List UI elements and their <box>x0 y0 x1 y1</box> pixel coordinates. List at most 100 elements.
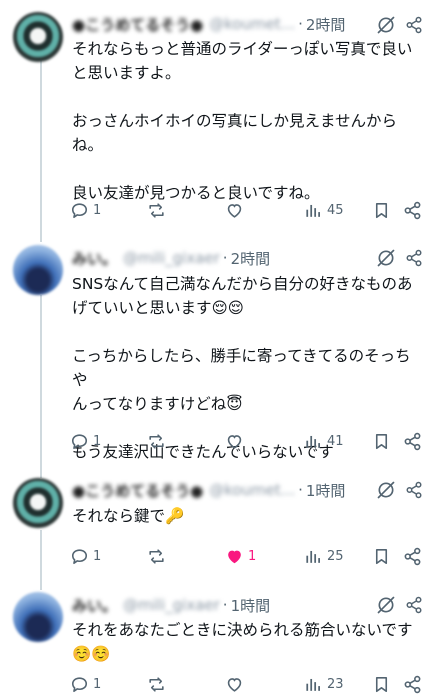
share-icon <box>404 675 421 693</box>
avatar[interactable] <box>13 592 63 642</box>
like-button[interactable]: 1 <box>225 544 256 568</box>
heart-icon <box>227 434 242 449</box>
bookmark-icon <box>375 548 388 564</box>
views-icon <box>306 678 320 691</box>
separator: · <box>222 249 228 267</box>
grok-icon[interactable] <box>376 248 396 268</box>
reply-button[interactable]: 1 <box>70 198 101 222</box>
tweet-text: それならもっと普通のライダーっぽい写真で良い と思いますよ。 おっさんホイホイの… <box>72 37 422 205</box>
action-bar: 1 45 <box>64 198 430 222</box>
text-line: おっさんホイホイの写真にしか見えませんから <box>72 112 398 130</box>
author-handle[interactable]: @koumet... <box>209 481 295 499</box>
text-line: それなら鍵で🔑 <box>72 507 185 525</box>
bookmark-button[interactable] <box>372 672 391 696</box>
grok-icon[interactable] <box>376 15 396 35</box>
reply-count: 1 <box>93 676 102 692</box>
text-line: ね。 <box>72 136 104 154</box>
tweet[interactable]: ●こうめてるそう● @koumet... · 1時間 それなら鍵で🔑 1 1 2… <box>0 470 434 588</box>
action-bar: 1 41 <box>64 429 430 453</box>
text-line: ☺️☺️ <box>72 645 111 663</box>
author-name[interactable]: みい。 <box>72 248 117 269</box>
views-button[interactable]: 25 <box>304 544 344 568</box>
share-icon[interactable] <box>405 481 423 499</box>
bookmark-icon <box>375 676 388 692</box>
view-count: 45 <box>327 202 344 218</box>
author-handle[interactable]: @mili_gixaer <box>123 596 220 614</box>
like-count: 1 <box>248 548 257 564</box>
like-button[interactable] <box>225 429 248 453</box>
text-line: それならもっと普通のライダーっぽい写真で良い <box>72 40 413 58</box>
reply-icon <box>71 202 88 218</box>
repost-icon <box>149 433 164 449</box>
bookmark-button[interactable] <box>372 544 391 568</box>
bookmark-button[interactable] <box>372 198 391 222</box>
grok-icon[interactable] <box>376 480 396 500</box>
reply-icon <box>71 433 88 449</box>
reply-count: 1 <box>93 433 102 449</box>
views-button[interactable]: 45 <box>304 198 344 222</box>
bookmark-icon <box>375 202 388 218</box>
avatar[interactable] <box>13 478 63 528</box>
bookmark-button[interactable] <box>372 429 391 453</box>
share-button[interactable] <box>403 198 422 222</box>
tweet-text: それをあなたごときに決められる筋合いないです ☺️☺️ <box>72 618 422 666</box>
author-name[interactable]: ●こうめてるそう● <box>72 480 203 501</box>
timestamp[interactable]: 2時間 <box>231 248 271 269</box>
avatar[interactable] <box>13 12 63 62</box>
tweet[interactable]: みい。 @mili_gixaer · 2時間 SNSなんて自己満なんだから自分の… <box>0 235 434 470</box>
view-count: 23 <box>327 676 344 692</box>
share-icon[interactable] <box>405 249 423 267</box>
repost-button[interactable] <box>147 544 170 568</box>
grok-icon[interactable] <box>376 595 396 615</box>
heart-icon <box>227 203 242 218</box>
heart-icon <box>227 677 242 692</box>
timestamp[interactable]: 1時間 <box>231 595 271 616</box>
reply-count: 1 <box>93 202 102 218</box>
repost-button[interactable] <box>147 672 170 696</box>
reply-icon <box>71 676 88 692</box>
tweet[interactable]: みい。 @mili_gixaer · 1時間 それをあなたごときに決められる筋合… <box>0 588 434 700</box>
repost-button[interactable] <box>147 198 170 222</box>
tweet[interactable]: ●こうめてるそう● @koumet... · 2時間 それならもっと普通のライダ… <box>0 0 434 235</box>
views-icon <box>306 435 320 448</box>
avatar[interactable] <box>13 245 63 295</box>
repost-icon <box>149 676 164 692</box>
text-line: こっちからしたら、勝手に寄ってきてるのそっちや <box>72 347 411 389</box>
reply-icon <box>71 548 88 564</box>
share-icon <box>404 432 421 450</box>
timestamp[interactable]: 1時間 <box>306 480 346 501</box>
text-line: げていいと思います😌😌 <box>72 299 244 317</box>
share-icon[interactable] <box>405 16 423 34</box>
reply-button[interactable]: 1 <box>70 672 101 696</box>
like-button[interactable] <box>225 198 248 222</box>
action-bar: 1 1 25 <box>64 544 430 568</box>
share-button[interactable] <box>403 672 422 696</box>
share-icon <box>404 547 421 565</box>
like-button[interactable] <box>225 672 248 696</box>
author-name[interactable]: みい。 <box>72 595 117 616</box>
author-handle[interactable]: @koumet... <box>209 15 295 33</box>
text-line: SNSなんて自己満なんだから自分の好きなものあ <box>72 275 413 293</box>
repost-button[interactable] <box>147 429 170 453</box>
tweet-text: それなら鍵で🔑 <box>72 504 422 528</box>
view-count: 25 <box>327 548 344 564</box>
repost-icon <box>149 202 164 218</box>
text-line: と思いますよ。 <box>72 64 181 82</box>
separator: · <box>298 481 303 499</box>
share-icon[interactable] <box>405 596 423 614</box>
separator: · <box>298 15 303 33</box>
reply-button[interactable]: 1 <box>70 429 101 453</box>
share-button[interactable] <box>403 544 422 568</box>
action-bar: 1 23 <box>64 672 430 696</box>
author-handle[interactable]: @mili_gixaer <box>123 249 220 267</box>
repost-icon <box>149 548 164 564</box>
views-button[interactable]: 23 <box>304 672 344 696</box>
separator: · <box>222 596 228 614</box>
share-icon <box>404 201 421 219</box>
reply-button[interactable]: 1 <box>70 544 101 568</box>
views-button[interactable]: 41 <box>304 429 344 453</box>
share-button[interactable] <box>403 429 422 453</box>
text-line: それをあなたごときに決められる筋合いないです <box>72 621 413 639</box>
timestamp[interactable]: 2時間 <box>306 14 346 35</box>
author-name[interactable]: ●こうめてるそう● <box>72 14 203 35</box>
